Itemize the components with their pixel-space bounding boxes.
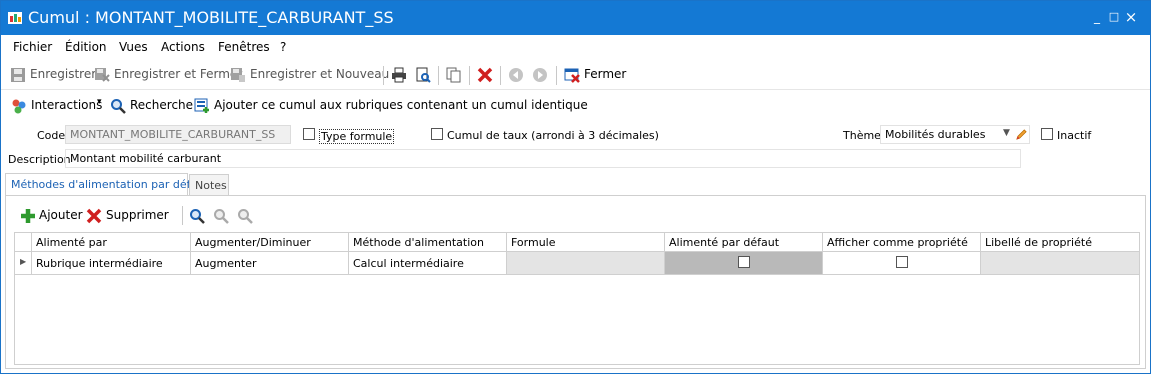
search-button[interactable]: Recherche [130,98,193,112]
row-indicator-header [15,233,32,252]
toolbar-separator [182,206,183,225]
table-cell-libelle[interactable] [981,252,1139,275]
main-toolbar: Enregistrer Enregistrer et Fermer Enregi… [1,61,1150,90]
search-next-icon[interactable] [237,208,253,224]
description-label: Description [8,153,71,166]
close-form-button[interactable]: Fermer [584,67,626,81]
table-cell[interactable]: Rubrique intermédiaire [32,252,191,275]
menu-bar: Fichier Édition Vues Actions Fenêtres ? [1,35,1150,61]
menu-fichier[interactable]: Fichier [13,40,52,54]
cumul-taux-checkbox[interactable] [431,128,443,140]
edit-icon[interactable] [1015,128,1028,141]
search-icon [111,99,126,114]
toolbar-separator [383,66,384,85]
next-icon[interactable] [532,67,548,83]
table-cell-alimente-defaut[interactable] [665,252,823,275]
print-icon[interactable] [391,67,407,83]
afficher-propriete-checkbox[interactable] [896,256,908,268]
table-cell-afficher-propriete[interactable] [823,252,981,275]
column-header[interactable]: Augmenter/Diminuer [191,233,349,252]
toolbar-separator [438,66,439,85]
table-cell[interactable]: Calcul intermédiaire [349,252,507,275]
save-new-button[interactable]: Enregistrer et Nouveau [250,67,389,81]
toolbar-separator [500,66,501,85]
delete-icon [86,208,102,224]
secondary-toolbar: Interactions ▾ Recherche Ajouter ce cumu… [1,91,1150,119]
tab-panel: Ajouter Supprimer Alimenté par Augmenter… [5,195,1146,369]
minimize-button[interactable]: _ [1090,10,1104,24]
window-title: Cumul : MONTANT_MOBILITE_CARBURANT_SS [28,8,394,27]
copy-icon[interactable] [446,67,462,83]
tab-notes[interactable]: Notes [189,174,229,195]
cumul-taux-label[interactable]: Cumul de taux (arrondi à 3 décimales) [447,129,659,142]
search-icon[interactable] [189,208,205,224]
column-header[interactable]: Formule [507,233,665,252]
save-new-icon [231,68,245,82]
close-form-icon [564,68,580,83]
interactions-menu[interactable]: Interactions [31,98,102,112]
close-window-button[interactable]: × [1124,10,1138,25]
table-cell-formule[interactable] [507,252,665,275]
window: Cumul : MONTANT_MOBILITE_CARBURANT_SS _ … [0,0,1151,374]
chevron-down-icon[interactable]: ▼ [1003,128,1010,138]
type-formule-checkbox[interactable] [303,128,315,140]
column-header[interactable]: Libellé de propriété [981,233,1139,252]
alimente-defaut-checkbox[interactable] [738,256,750,268]
inactif-label[interactable]: Inactif [1057,129,1091,142]
menu-actions[interactable]: Actions [161,40,205,54]
data-grid: Alimenté par Augmenter/Diminuer Méthode … [14,232,1140,365]
delete-icon[interactable] [477,67,493,83]
row-indicator[interactable]: ▶ [15,252,32,275]
code-label: Code [37,129,66,142]
code-field[interactable]: MONTANT_MOBILITE_CARBURANT_SS [65,125,291,144]
theme-label: Thème [843,129,881,142]
tab-methodes[interactable]: Méthodes d'alimentation par défaut [5,173,209,196]
save-button[interactable]: Enregistrer [30,67,96,81]
theme-value: Mobilités durables [885,128,986,141]
menu-fenetres[interactable]: Fenêtres [218,40,270,54]
add-icon [21,209,35,223]
type-formule-label[interactable]: Type formule [319,129,395,144]
print-preview-icon[interactable] [415,67,431,83]
description-field[interactable]: Montant mobilité carburant [65,149,1021,168]
add-cumul-icon [194,98,209,113]
save-close-icon [95,68,110,82]
inactif-checkbox[interactable] [1041,128,1053,140]
table-cell[interactable]: Augmenter [191,252,349,275]
column-header[interactable]: Alimenté par [32,233,191,252]
chevron-down-icon[interactable]: ▾ [97,97,102,107]
save-close-button[interactable]: Enregistrer et Fermer [114,67,242,81]
menu-edition[interactable]: Édition [65,40,107,54]
search-previous-icon[interactable] [213,208,229,224]
delete-row-button[interactable]: Supprimer [106,208,169,222]
column-header[interactable]: Alimenté par défaut [665,233,823,252]
toolbar-separator [556,66,557,85]
previous-icon[interactable] [508,67,524,83]
add-cumul-button[interactable]: Ajouter ce cumul aux rubriques contenant… [214,98,588,112]
column-header[interactable]: Afficher comme propriété [823,233,981,252]
menu-help[interactable]: ? [280,40,286,54]
save-icon [11,68,25,82]
menu-vues[interactable]: Vues [119,40,148,54]
toolbar-separator [469,66,470,85]
app-icon [8,12,22,24]
maximize-button[interactable]: □ [1107,10,1121,24]
interactions-icon [12,99,26,114]
column-header[interactable]: Méthode d'alimentation [349,233,507,252]
title-bar: Cumul : MONTANT_MOBILITE_CARBURANT_SS _ … [1,1,1150,35]
add-row-button[interactable]: Ajouter [39,208,83,222]
